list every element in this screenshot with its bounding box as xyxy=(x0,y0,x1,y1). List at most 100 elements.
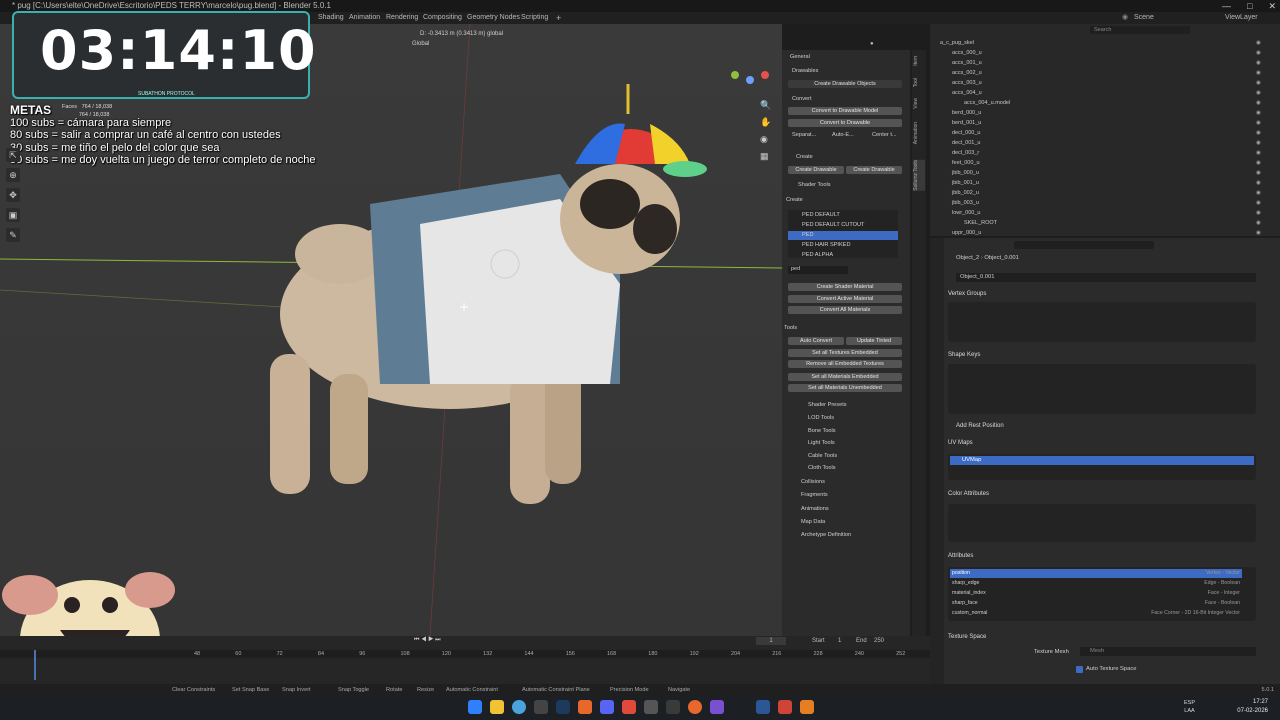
outliner-item[interactable]: decl_003_r xyxy=(952,148,979,158)
auto-convert-button[interactable]: Auto Convert xyxy=(788,337,844,345)
outliner-item[interactable]: jbib_001_u xyxy=(952,178,979,188)
visibility-eye-icon[interactable]: ◉ xyxy=(1256,68,1261,78)
auto-texture-checkbox[interactable] xyxy=(1076,666,1083,673)
camera-icon[interactable]: ◉ xyxy=(760,131,771,148)
visibility-eye-icon[interactable]: ◉ xyxy=(1256,178,1261,188)
pan-hand-icon[interactable]: ✋ xyxy=(760,114,771,131)
playback-controls[interactable]: ⏮ ◀ ▶ ⏭ xyxy=(414,637,441,644)
convert-active-material-button[interactable]: Convert Active Material xyxy=(788,295,902,303)
visibility-eye-icon[interactable]: ◉ xyxy=(1256,148,1261,158)
windows-start-icon[interactable] xyxy=(468,700,482,714)
visibility-eye-icon[interactable]: ◉ xyxy=(1256,218,1261,228)
scale-tool-icon[interactable]: ▣ xyxy=(6,208,20,222)
outliner-item[interactable]: accs_001_u xyxy=(952,58,982,68)
outliner-item[interactable]: SKEL_ROOT xyxy=(964,218,997,228)
remove-embedded-button[interactable]: Remove all Embedded Textures xyxy=(788,360,902,368)
outliner-item[interactable]: uppr_000_u xyxy=(952,228,981,238)
playhead[interactable] xyxy=(34,650,36,680)
texture-space-header[interactable]: Texture Space xyxy=(948,634,986,640)
visibility-eye-icon[interactable]: ◉ xyxy=(1256,48,1261,58)
tab-shading[interactable]: Shading xyxy=(318,12,344,24)
convert-all-materials-button[interactable]: Convert All Materials xyxy=(788,306,902,314)
maximize-icon[interactable]: □ xyxy=(1247,0,1252,12)
annotate-tool-icon[interactable]: ✎ xyxy=(6,228,20,242)
tab-compositing[interactable]: Compositing xyxy=(423,12,462,24)
visibility-eye-icon[interactable]: ◉ xyxy=(1256,38,1261,48)
visibility-eye-icon[interactable]: ◉ xyxy=(1256,228,1261,238)
tab-rendering[interactable]: Rendering xyxy=(386,12,418,24)
outliner-item[interactable]: accs_003_u xyxy=(952,78,982,88)
visibility-eye-icon[interactable]: ◉ xyxy=(1256,118,1261,128)
object-name-field[interactable]: Object_0.001 xyxy=(956,273,1256,282)
outliner-item[interactable]: jbib_000_u xyxy=(952,168,979,178)
start-frame[interactable]: 1 xyxy=(838,638,841,644)
visibility-eye-icon[interactable]: ◉ xyxy=(1256,98,1261,108)
color-attributes-header[interactable]: Color Attributes xyxy=(948,491,989,497)
app4-icon[interactable] xyxy=(800,700,814,714)
visibility-eye-icon[interactable]: ◉ xyxy=(1256,168,1261,178)
add-rest-position[interactable]: Add Rest Position xyxy=(956,423,1004,429)
outliner-item[interactable]: decl_001_u xyxy=(952,138,980,148)
uvmap-item[interactable]: UVMap xyxy=(950,456,1254,465)
visibility-eye-icon[interactable]: ◉ xyxy=(1256,88,1261,98)
create-drawable-button-2[interactable]: Create Drawable xyxy=(846,166,902,174)
outliner-item[interactable]: accs_002_u xyxy=(952,68,982,78)
tab-geometry-nodes[interactable]: Geometry Nodes xyxy=(467,12,520,24)
visibility-eye-icon[interactable]: ◉ xyxy=(1256,188,1261,198)
zoom-icon[interactable]: 🔍 xyxy=(760,97,771,114)
visibility-eye-icon[interactable]: ◉ xyxy=(1256,158,1261,168)
blender-icon[interactable] xyxy=(578,700,592,714)
create-shader-material-button[interactable]: Create Shader Material xyxy=(788,283,902,291)
tab-tool[interactable]: Tool xyxy=(913,78,925,87)
visibility-eye-icon[interactable]: ◉ xyxy=(1256,128,1261,138)
section-drawables[interactable]: Drawables xyxy=(792,68,916,74)
tab-animation[interactable]: Animation xyxy=(913,122,925,144)
settings-icon[interactable] xyxy=(644,700,658,714)
update-tinted-button[interactable]: Update Tinted xyxy=(846,337,902,345)
timeline[interactable]: ⏮ ◀ ▶ ⏭ 1 Start 1 End 250 48 60 72 84 96 108 1… xyxy=(0,636,930,684)
properties-search[interactable] xyxy=(1014,241,1154,249)
attribute-row[interactable]: sharp_face Face - Boolean xyxy=(950,599,1242,608)
section-fragments[interactable]: Fragments xyxy=(801,492,925,498)
shape-keys-header[interactable]: Shape Keys xyxy=(948,352,980,358)
vertex-groups-list[interactable] xyxy=(948,302,1256,342)
section-collisions[interactable]: Collisions xyxy=(801,479,925,485)
create-drawable-button[interactable]: Create Drawable xyxy=(788,166,844,174)
blender-running-icon[interactable] xyxy=(688,700,702,714)
breadcrumb-mesh[interactable]: Object_0.001 xyxy=(984,255,1018,261)
outliner-item[interactable]: jbib_003_u xyxy=(952,198,979,208)
set-materials-unembedded-button[interactable]: Set all Materials Unembedded xyxy=(788,384,902,392)
vertex-groups-header[interactable]: Vertex Groups xyxy=(948,291,986,297)
tab-sollumz-tools[interactable]: Sollumz Tools xyxy=(913,160,925,191)
visibility-eye-icon[interactable]: ◉ xyxy=(1256,78,1261,88)
outliner-search[interactable]: Search xyxy=(1090,26,1190,34)
visibility-eye-icon[interactable]: ◉ xyxy=(1256,198,1261,208)
scene-name[interactable]: Scene xyxy=(1134,12,1154,24)
app2-icon[interactable] xyxy=(710,700,724,714)
outliner-item[interactable]: jbib_002_u xyxy=(952,188,979,198)
section-shader-tools[interactable]: Shader Tools xyxy=(798,182,922,188)
convert-to-drawable-button[interactable]: Convert to Drawable xyxy=(788,119,902,127)
current-frame[interactable]: 1 xyxy=(756,637,786,645)
shape-keys-list[interactable] xyxy=(948,364,1256,414)
github-icon[interactable] xyxy=(534,700,548,714)
attribute-row[interactable]: material_index Face - Integer xyxy=(950,589,1242,598)
shader-item[interactable]: PED ALPHA xyxy=(802,252,926,258)
chrome-icon[interactable] xyxy=(512,700,526,714)
outliner-item[interactable]: lowr_000_u xyxy=(952,208,980,218)
shader-search-input[interactable]: ped xyxy=(788,266,848,274)
attribute-row[interactable]: custom_normal Face Corner - 2D 16-Bit Int… xyxy=(950,609,1242,618)
move-tool-icon[interactable]: ✥ xyxy=(6,188,20,202)
shader-item[interactable]: PED DEFAULT CUTOUT xyxy=(802,222,926,228)
set-materials-embedded-button[interactable]: Set all Materials Embedded xyxy=(788,373,902,381)
add-workspace-icon[interactable]: + xyxy=(556,12,561,24)
discord-icon[interactable] xyxy=(600,700,614,714)
steam-icon[interactable] xyxy=(556,700,570,714)
attribute-row[interactable]: position Vertex - Vector xyxy=(950,569,1242,578)
section-convert[interactable]: Convert xyxy=(792,96,916,102)
outliner-item[interactable]: feet_000_u xyxy=(952,158,980,168)
breadcrumb-object[interactable]: Object_2 xyxy=(956,255,979,261)
tab-scripting[interactable]: Scripting xyxy=(521,12,548,24)
outliner-item[interactable]: a_c_pug_skel xyxy=(940,38,974,48)
shader-item[interactable]: PED DEFAULT xyxy=(802,212,926,218)
